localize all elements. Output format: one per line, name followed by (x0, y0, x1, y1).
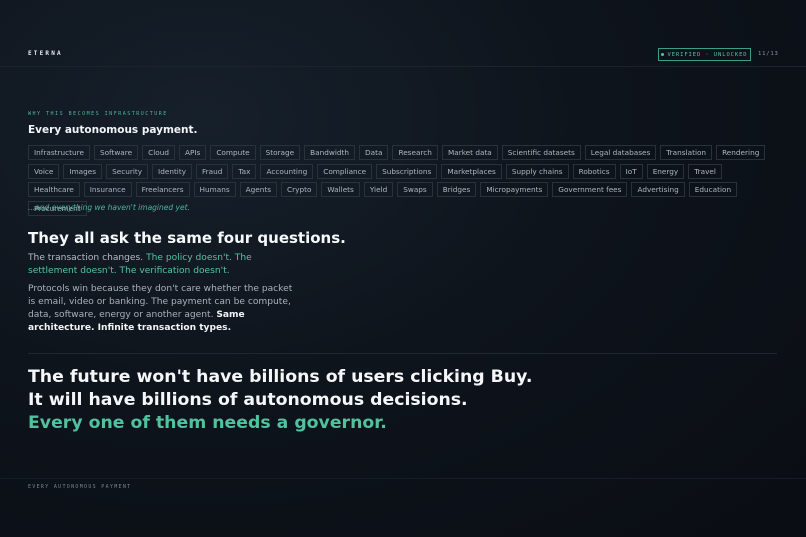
top-bar: ETERNA VERIFIED · UNLOCKED 11/13 (0, 0, 806, 67)
tag-chip: Compliance (317, 163, 373, 179)
tag-chip: Compute (210, 145, 256, 160)
tag-chip: Research (392, 145, 438, 160)
tag-chip: Software (93, 145, 139, 160)
tag-chip: Travel (688, 163, 722, 179)
closing-line-1: The future won't have billions of users … (28, 367, 533, 387)
tag-chip: Identity (152, 163, 193, 179)
tag-chip: Freelancers (135, 182, 190, 197)
tag-chip: Wallets (321, 182, 360, 197)
tag-chip: Market data (441, 145, 498, 160)
tag-chip: Infrastructure (28, 145, 90, 160)
tag-chip: Government fees (552, 182, 628, 197)
status-dot-icon (661, 53, 665, 56)
tag-chip: Accounting (260, 163, 314, 179)
tag-chip: Humans (193, 182, 236, 197)
body-paragraph: Protocols win because they don't care wh… (28, 283, 298, 335)
tag-chip: Cloud (142, 145, 175, 160)
divider (28, 353, 777, 354)
tag-chip: Education (688, 182, 738, 197)
questions-heading: They all ask the same four questions. (28, 229, 346, 247)
brand-logo: ETERNA (28, 50, 63, 57)
closing-line-2: It will have billions of autonomous deci… (28, 390, 468, 410)
tag-chip: Rendering (716, 145, 766, 160)
tag-chip: Micropayments (480, 182, 549, 197)
footer-label: EVERY AUTONOMOUS PAYMENT (28, 484, 132, 490)
more-caption: ...and everything we haven't imagined ye… (28, 203, 190, 212)
page-counter: 11/13 (758, 51, 779, 57)
section-eyebrow: WHY THIS BECOMES INFRASTRUCTURE (28, 111, 168, 117)
tag-chip: Images (63, 163, 103, 179)
tag-chip: Insurance (83, 182, 132, 197)
tag-chip: Healthcare (28, 182, 80, 197)
section-title: Every autonomous payment. (28, 124, 198, 136)
tag-chip: Security (106, 163, 149, 179)
tag-chip: Marketplaces (441, 163, 502, 179)
tag-chip: Robotics (572, 163, 616, 179)
tag-chip: Storage (259, 145, 301, 160)
tag-chip: Scientific datasets (501, 145, 581, 160)
tag-chip: Data (359, 145, 389, 160)
tag-chip: Supply chains (505, 163, 569, 179)
tag-chip: Subscriptions (376, 163, 438, 179)
tag-chip: APIs (178, 145, 207, 160)
tag-chip: Bridges (436, 182, 477, 197)
closing-line-3: Every one of them needs a governor. (28, 413, 387, 433)
status-badge-label: VERIFIED · UNLOCKED (667, 51, 748, 58)
tag-chip: Energy (646, 163, 685, 179)
body-plain-text: Protocols win because they don't care wh… (28, 284, 293, 320)
closing-statement: The future won't have billions of users … (28, 366, 532, 435)
tag-chip: IoT (619, 163, 643, 179)
status-badge: VERIFIED · UNLOCKED (658, 48, 751, 61)
tag-chip: Crypto (281, 182, 318, 197)
tag-chip: Bandwidth (304, 145, 356, 160)
tag-chip: Advertising (631, 182, 685, 197)
footer-divider (0, 478, 806, 479)
tag-chip: Translation (660, 145, 713, 160)
lead-plain-text: The transaction changes. (28, 253, 147, 263)
tag-chip: Voice (28, 163, 60, 179)
tag-chip: Agents (239, 182, 278, 197)
tag-chip: Tax (232, 163, 257, 179)
tag-chip: Swaps (397, 182, 433, 197)
tag-chip: Legal databases (584, 145, 657, 160)
lead-paragraph: The transaction changes. The policy does… (28, 252, 298, 278)
tag-chip: Fraud (196, 163, 229, 179)
tag-chip: Yield (363, 182, 394, 197)
